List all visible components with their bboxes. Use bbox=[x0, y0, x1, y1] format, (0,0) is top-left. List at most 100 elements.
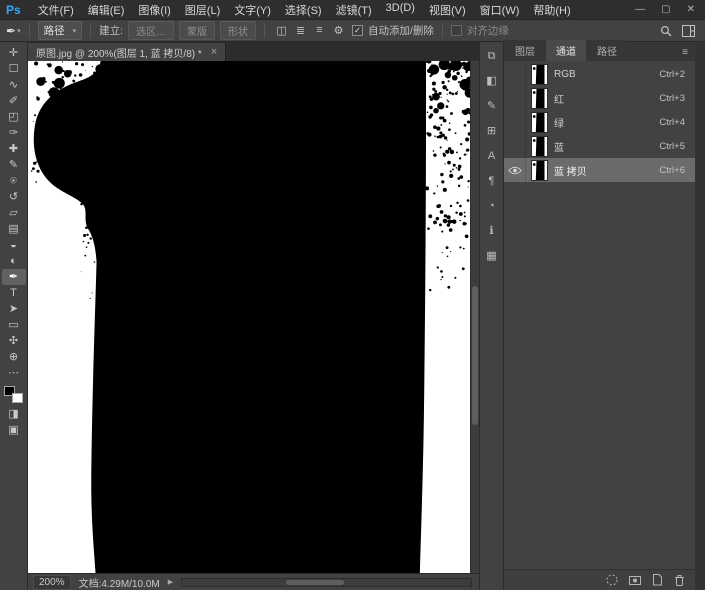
pen-mode-dropdown[interactable]: 路径 ▾ bbox=[38, 21, 83, 40]
hand-tool[interactable]: ✣ bbox=[2, 333, 26, 349]
menu-item-5[interactable]: 选择(S) bbox=[278, 2, 329, 18]
document-area: 原图.jpg @ 200%(图层 1, 蓝 拷贝/8) * × 200% 文档:… bbox=[28, 42, 479, 590]
menu-item-7[interactable]: 3D(D) bbox=[379, 2, 422, 18]
make-label: 建立: bbox=[99, 23, 123, 38]
panel-info-icon[interactable]: ℹ bbox=[483, 224, 501, 239]
menu-item-10[interactable]: 帮助(H) bbox=[526, 2, 577, 18]
panel-3d-icon[interactable]: ◔ bbox=[483, 199, 501, 214]
load-channel-as-selection-icon[interactable] bbox=[605, 573, 619, 587]
zoom-tool[interactable]: ⊕ bbox=[2, 349, 26, 365]
crop-tool[interactable]: ◰ bbox=[2, 109, 26, 125]
panel-arrange-icon[interactable]: ⧉ bbox=[483, 49, 501, 64]
shape-tool[interactable]: ▭ bbox=[2, 317, 26, 333]
minimize-button[interactable]: — bbox=[635, 4, 645, 15]
healing-brush-tool[interactable]: ✚ bbox=[2, 141, 26, 157]
pen-tool-icon: ✒ bbox=[6, 24, 16, 38]
menu-item-6[interactable]: 滤镜(T) bbox=[329, 2, 379, 18]
panel-clone-source-icon[interactable]: ⊞ bbox=[483, 124, 501, 139]
align-edges-checkbox[interactable] bbox=[451, 25, 462, 36]
visibility-eye-icon[interactable] bbox=[504, 158, 526, 182]
chevron-down-icon: ▾ bbox=[17, 27, 21, 35]
move-tool[interactable]: ✛ bbox=[2, 45, 26, 61]
menu-item-1[interactable]: 编辑(E) bbox=[81, 2, 132, 18]
channel-thumbnail bbox=[532, 65, 547, 84]
make-selection-button[interactable]: 选区… bbox=[128, 21, 174, 40]
background-color-swatch[interactable] bbox=[12, 393, 23, 403]
make-shape-button[interactable]: 形状 bbox=[220, 21, 256, 40]
tab-close-icon[interactable]: × bbox=[211, 46, 217, 58]
current-tool-preset[interactable]: ✒ ▾ bbox=[6, 24, 21, 38]
dodge-tool[interactable]: ◐ bbox=[2, 253, 26, 269]
visibility-toggle-empty[interactable] bbox=[504, 110, 526, 134]
quick-mask-button[interactable]: ◨ bbox=[2, 406, 26, 422]
pen-tool[interactable]: ✒ bbox=[2, 269, 26, 285]
blur-tool[interactable]: ◒ bbox=[2, 237, 26, 253]
panel-character-icon[interactable]: A bbox=[483, 149, 501, 164]
path-alignment-icon[interactable]: ≣ bbox=[292, 24, 309, 37]
channel-thumbnail bbox=[532, 89, 547, 108]
channel-thumbnail bbox=[532, 113, 547, 132]
path-operations-icon[interactable]: ◫ bbox=[273, 24, 290, 37]
horizontal-scrollbar[interactable] bbox=[181, 578, 472, 587]
panel-color-icon[interactable]: ◧ bbox=[483, 74, 501, 89]
save-selection-as-channel-icon[interactable] bbox=[628, 573, 642, 587]
panel-menu-icon[interactable]: ≡ bbox=[682, 47, 695, 61]
maximize-button[interactable]: ▢ bbox=[661, 4, 670, 15]
clone-stamp-tool[interactable]: ⍟ bbox=[2, 173, 26, 189]
lasso-tool[interactable]: ∿ bbox=[2, 77, 26, 93]
channel-row-4[interactable]: 蓝 拷贝Ctrl+6 bbox=[504, 158, 695, 182]
panel-tab-2[interactable]: 路径 bbox=[587, 40, 627, 61]
menu-item-9[interactable]: 窗口(W) bbox=[473, 2, 527, 18]
menu-item-8[interactable]: 视图(V) bbox=[422, 2, 473, 18]
panel-tab-0[interactable]: 图层 bbox=[505, 40, 545, 61]
screen-mode-button[interactable]: ▣ bbox=[2, 422, 26, 438]
vertical-scrollbar[interactable] bbox=[470, 61, 479, 573]
type-tool[interactable]: T bbox=[2, 285, 26, 301]
menu-item-3[interactable]: 图层(L) bbox=[178, 2, 227, 18]
pen-options-gear-icon[interactable]: ⚙ bbox=[330, 24, 347, 37]
workspace-switcher-icon[interactable] bbox=[682, 25, 695, 37]
channel-row-3[interactable]: 蓝Ctrl+5 bbox=[504, 134, 695, 158]
channel-thumbnail bbox=[532, 161, 547, 180]
divider bbox=[90, 23, 91, 38]
path-selection-tool[interactable]: ➤ bbox=[2, 301, 26, 317]
toolbar-bottom-icons: ◨▣ bbox=[2, 406, 26, 438]
marquee-tool[interactable]: ☐ bbox=[2, 61, 26, 77]
history-brush-tool[interactable]: ↺ bbox=[2, 189, 26, 205]
path-arrangement-icon[interactable]: ≡ bbox=[311, 24, 328, 37]
panel-paragraph-icon[interactable]: ¶ bbox=[483, 174, 501, 189]
panel-brush-icon[interactable]: ✎ bbox=[483, 99, 501, 114]
search-icon[interactable] bbox=[660, 25, 672, 37]
close-button[interactable]: ✕ bbox=[687, 4, 695, 15]
channel-row-1[interactable]: 红Ctrl+3 bbox=[504, 86, 695, 110]
options-bar: ✒ ▾ 路径 ▾ 建立: 选区… 蒙版 形状 ◫≣≡⚙ ✓ 自动添加/删除 对齐… bbox=[0, 20, 705, 42]
gradient-tool[interactable]: ▤ bbox=[2, 221, 26, 237]
document-tab[interactable]: 原图.jpg @ 200%(图层 1, 蓝 拷贝/8) * × bbox=[28, 43, 226, 61]
delete-channel-icon[interactable] bbox=[673, 573, 686, 587]
auto-add-delete-checkbox[interactable]: ✓ bbox=[352, 25, 363, 36]
channel-row-0[interactable]: RGBCtrl+2 bbox=[504, 62, 695, 86]
eyedropper-tool[interactable]: ✑ bbox=[2, 125, 26, 141]
make-mask-button[interactable]: 蒙版 bbox=[179, 21, 215, 40]
canvas-image[interactable] bbox=[28, 61, 470, 573]
divider bbox=[442, 23, 443, 38]
menu-item-0[interactable]: 文件(F) bbox=[31, 2, 81, 18]
visibility-toggle-empty[interactable] bbox=[504, 62, 526, 86]
panel-histogram-icon[interactable]: ▦ bbox=[483, 249, 501, 264]
edit-toolbar-button[interactable]: ⋯ bbox=[2, 365, 26, 381]
menu-item-4[interactable]: 文字(Y) bbox=[227, 2, 278, 18]
vertical-scrollbar-thumb[interactable] bbox=[472, 286, 478, 424]
quick-selection-tool[interactable]: ✐ bbox=[2, 93, 26, 109]
brush-tool[interactable]: ✎ bbox=[2, 157, 26, 173]
horizontal-scrollbar-thumb[interactable] bbox=[286, 580, 344, 585]
status-flyout-arrow-icon[interactable]: ▶ bbox=[168, 578, 173, 586]
panel-tab-1[interactable]: 通道 bbox=[546, 40, 586, 61]
document-size-info: 文档:4.29M/10.0M bbox=[79, 575, 160, 590]
eraser-tool[interactable]: ▱ bbox=[2, 205, 26, 221]
new-channel-icon[interactable] bbox=[651, 573, 664, 587]
channel-row-2[interactable]: 绿Ctrl+4 bbox=[504, 110, 695, 134]
zoom-level-field[interactable]: 200% bbox=[33, 575, 71, 590]
visibility-toggle-empty[interactable] bbox=[504, 134, 526, 158]
menu-item-2[interactable]: 图像(I) bbox=[131, 2, 177, 18]
visibility-toggle-empty[interactable] bbox=[504, 86, 526, 110]
